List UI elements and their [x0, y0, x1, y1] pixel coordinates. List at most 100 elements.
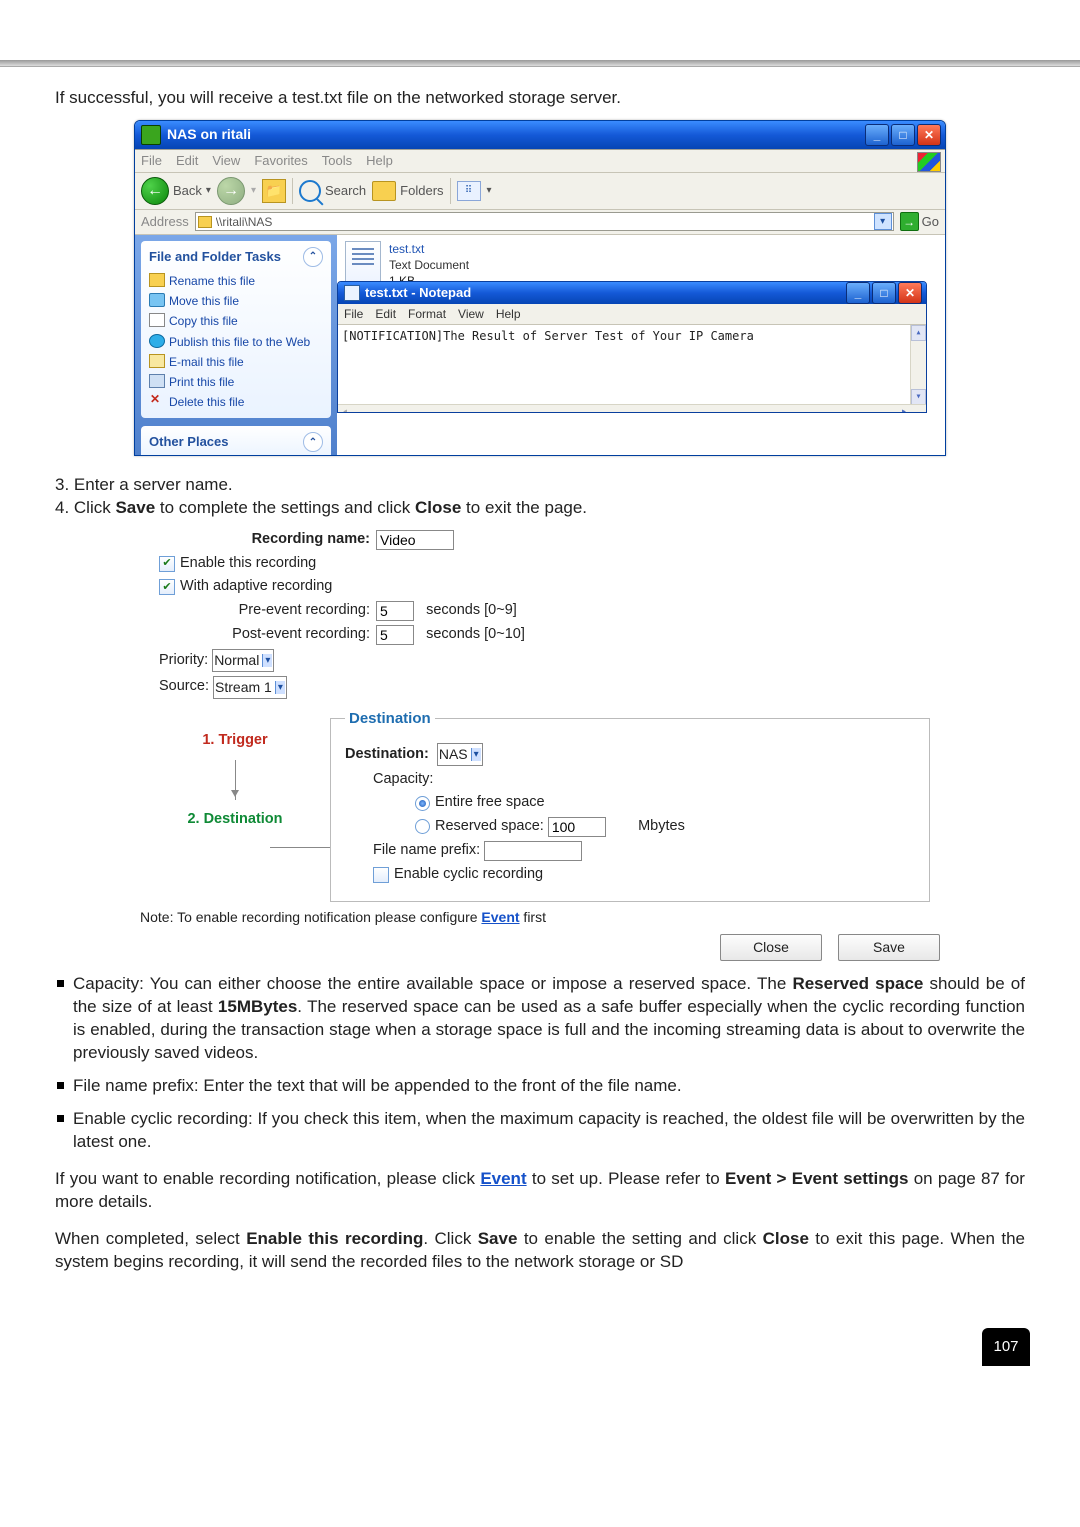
enable-recording-checkbox[interactable]: ✔	[159, 556, 175, 572]
forward-button[interactable]: →	[217, 177, 245, 205]
adaptive-recording-checkbox[interactable]: ✔	[159, 579, 175, 595]
collapse-button[interactable]: ⌃	[303, 432, 323, 452]
close-button[interactable]: ✕	[898, 282, 922, 304]
mbytes-label: Mbytes	[638, 817, 685, 837]
address-dropdown[interactable]: ▾	[874, 213, 892, 230]
go-button[interactable]: →Go	[900, 212, 939, 231]
other-places-panel: Other Places ⌃	[141, 426, 331, 456]
task-publish[interactable]: Publish this file to the Web	[149, 332, 323, 352]
bullet-capacity: Capacity: You can either choose the enti…	[55, 973, 1025, 1065]
menu-view[interactable]: View	[212, 152, 240, 170]
panel-title: Other Places	[149, 433, 229, 451]
source-select[interactable]: Stream 1▾	[213, 676, 287, 699]
np-menu-view[interactable]: View	[458, 306, 484, 322]
notepad-titlebar[interactable]: test.txt - Notepad _ □ ✕	[338, 282, 926, 304]
recording-name-label: Recording name:	[140, 530, 376, 550]
np-menu-edit[interactable]: Edit	[375, 306, 396, 322]
recording-name-input[interactable]	[376, 530, 454, 550]
up-button[interactable]: 📁	[262, 179, 286, 203]
notepad-title: test.txt - Notepad	[365, 284, 846, 302]
search-button[interactable]: Search	[299, 180, 366, 202]
chevron-down-icon: ▾	[471, 748, 481, 762]
pre-event-hint: seconds [0~9]	[426, 601, 517, 621]
destination-legend: Destination	[345, 709, 435, 729]
maximize-button[interactable]: □	[872, 282, 896, 304]
reserved-space-input[interactable]	[548, 817, 606, 837]
window-title: NAS on ritali	[167, 125, 865, 144]
intro-text: If successful, you will receive a test.t…	[55, 87, 1025, 110]
enable-recording-label: Enable this recording	[180, 554, 316, 574]
task-copy[interactable]: Copy this file	[149, 311, 323, 331]
task-rename[interactable]: Rename this file	[149, 271, 323, 291]
tasks-panel: File and Folder Tasks⌃ Rename this file …	[141, 241, 331, 418]
post-event-input[interactable]	[376, 625, 414, 645]
go-icon: →	[900, 212, 919, 231]
vertical-scrollbar[interactable]: ▴ ▾	[910, 325, 926, 405]
post-event-hint: seconds [0~10]	[426, 625, 525, 645]
reserved-space-radio[interactable]	[415, 819, 430, 834]
destination-select[interactable]: NAS▾	[437, 743, 483, 766]
globe-icon	[149, 334, 165, 348]
event-link[interactable]: Event	[480, 1169, 526, 1188]
para-completed: When completed, select Enable this recor…	[55, 1228, 1025, 1274]
prefix-label: File name prefix:	[373, 841, 480, 861]
folder-icon	[198, 216, 212, 228]
capacity-label: Capacity:	[373, 770, 433, 790]
pre-event-input[interactable]	[376, 601, 414, 621]
menu-tools[interactable]: Tools	[322, 152, 352, 170]
pre-event-label: Pre-event recording:	[140, 601, 376, 621]
folders-icon	[372, 181, 396, 201]
destination-label: Destination:	[345, 745, 429, 765]
np-menu-format[interactable]: Format	[408, 306, 446, 322]
chevron-down-icon: ▾	[275, 681, 285, 695]
np-menu-file[interactable]: File	[344, 306, 363, 322]
flow-destination: 2. Destination	[140, 804, 330, 836]
bullet-cyclic: Enable cyclic recording: If you check th…	[55, 1108, 1025, 1154]
menu-help[interactable]: Help	[366, 152, 393, 170]
chevron-down-icon: ▾	[262, 654, 272, 668]
notepad-body[interactable]: [NOTIFICATION]The Result of Server Test …	[338, 325, 926, 413]
prefix-input[interactable]	[484, 841, 582, 861]
cyclic-checkbox[interactable]: ✔	[373, 867, 389, 883]
text-file-icon	[345, 241, 381, 283]
destination-fieldset: Destination Destination: NAS▾ Capacity: …	[330, 709, 930, 902]
np-menu-help[interactable]: Help	[496, 306, 521, 322]
menu-edit[interactable]: Edit	[176, 152, 198, 170]
maximize-button[interactable]: □	[891, 124, 915, 146]
flow-trigger: 1. Trigger	[140, 725, 330, 757]
task-delete[interactable]: ✕Delete this file	[149, 392, 323, 412]
flow-diagram: 1. Trigger 2. Destination	[140, 725, 330, 836]
close-button[interactable]: ✕	[917, 124, 941, 146]
recording-panel: Recording name: ✔ Enable this recording ✔…	[140, 530, 940, 962]
print-icon	[149, 374, 165, 388]
folders-button[interactable]: Folders	[372, 181, 443, 201]
event-link[interactable]: Event	[481, 909, 519, 925]
reserved-space-label: Reserved space:	[435, 817, 544, 837]
folder-icon	[141, 125, 161, 145]
close-button[interactable]: Close	[720, 934, 822, 961]
save-button[interactable]: Save	[838, 934, 940, 961]
task-move[interactable]: Move this file	[149, 291, 323, 311]
task-email[interactable]: E-mail this file	[149, 352, 323, 372]
notepad-icon	[344, 285, 360, 301]
entire-space-radio[interactable]	[415, 796, 430, 811]
address-input[interactable]	[195, 212, 894, 231]
menu-favorites[interactable]: Favorites	[254, 152, 307, 170]
back-icon: ←	[141, 177, 169, 205]
minimize-button[interactable]: _	[865, 124, 889, 146]
panel-title: File and Folder Tasks	[149, 248, 281, 266]
bullet-prefix: File name prefix: Enter the text that wi…	[55, 1075, 1025, 1098]
minimize-button[interactable]: _	[846, 282, 870, 304]
task-print[interactable]: Print this file	[149, 372, 323, 392]
horizontal-scrollbar[interactable]: ◂ ▸	[338, 404, 926, 413]
priority-select[interactable]: Normal▾	[212, 649, 274, 672]
menu-file[interactable]: File	[141, 152, 162, 170]
window-titlebar[interactable]: NAS on ritali _ □ ✕	[135, 121, 945, 149]
views-button[interactable]: ⠿	[457, 181, 481, 201]
toolbar: ←Back ▾ → ▾ 📁 Search Folders ⠿▾	[135, 173, 945, 210]
collapse-button[interactable]: ⌃	[303, 247, 323, 267]
post-event-label: Post-event recording:	[140, 625, 376, 645]
source-label: Source:	[159, 677, 209, 697]
move-icon	[149, 293, 165, 307]
back-button[interactable]: ←Back ▾	[141, 177, 211, 205]
